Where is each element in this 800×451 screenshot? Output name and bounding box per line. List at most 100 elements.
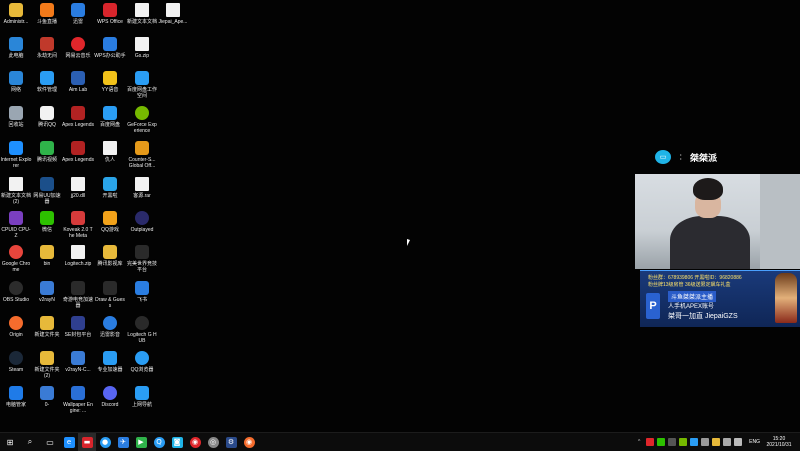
desktop-icon[interactable]: Jiepai_Ape...	[158, 3, 188, 37]
taskbar-internet-explorer[interactable]: e	[60, 433, 78, 451]
desktop-icon[interactable]: bin	[32, 245, 62, 279]
desktop-icon[interactable]: 回收站	[1, 106, 31, 140]
desktop-icon[interactable]: 仇人	[95, 141, 125, 175]
channel-logo-icon: P	[646, 293, 660, 319]
taskbar-clock[interactable]: 15:20 2021/10/31	[764, 436, 794, 448]
taskbar-douyu-stream[interactable]: ▬	[78, 433, 96, 451]
taskbar-qq-browser[interactable]: Q	[150, 433, 168, 451]
desktop-icon[interactable]: 新建文件夹	[32, 316, 62, 350]
input-language[interactable]: ENG	[749, 439, 760, 445]
apex-icon	[71, 106, 85, 120]
desktop-icon[interactable]: 完美世界竞技平台	[127, 245, 157, 279]
desktop-icon[interactable]: GeForce Experience	[127, 106, 157, 140]
desktop-icon[interactable]: 上网导航	[127, 386, 157, 420]
desktop-icon[interactable]: Logitech.zip	[63, 245, 93, 279]
desktop-icon[interactable]: 此电脑	[1, 37, 31, 71]
tray-logitech-icon[interactable]	[668, 438, 677, 446]
taskbar-thunder-player[interactable]: ●	[96, 433, 114, 451]
desktop-icon[interactable]: Draw & Guess	[95, 281, 125, 315]
desktop-icon[interactable]: 新建文本文档	[127, 3, 157, 37]
taskbar-obs[interactable]: ◎	[204, 433, 222, 451]
text-file-icon	[103, 141, 117, 155]
taskbar-netease-music[interactable]: ◉	[186, 433, 204, 451]
desktop-icon-label: SE封包平台	[64, 332, 92, 338]
desktop-icon[interactable]: 专业加速器	[95, 351, 125, 385]
desktop-icon[interactable]: Koveak 2.0 The Meta	[63, 211, 93, 245]
desktop-icon[interactable]: Steam	[1, 351, 31, 385]
desktop-icon[interactable]: 网易云音乐	[63, 37, 93, 71]
desktop-icon[interactable]: 斗鱼直播	[32, 3, 62, 37]
desktop-icon[interactable]: 百度网盘	[95, 106, 125, 140]
desktop-icon[interactable]: Administr...	[1, 3, 31, 37]
desktop-icon[interactable]: 电脑管家	[1, 386, 31, 420]
desktop-icon-label: Wallpaper Engine: ...	[63, 402, 93, 414]
tray-folder-icon[interactable]	[712, 438, 721, 446]
tray-qq-icon[interactable]	[690, 438, 699, 446]
desktop-icon[interactable]: CPUID CPU-Z	[1, 211, 31, 245]
desktop-icon[interactable]: OBS Studio	[1, 281, 31, 315]
csgo-icon	[135, 141, 149, 155]
desktop-icon[interactable]: Apex Legends	[62, 106, 94, 140]
desktop-icon[interactable]: 软件管理	[32, 71, 62, 105]
tray-nvidia-icon[interactable]	[679, 438, 688, 446]
desktop-icon[interactable]: 永劫无间	[32, 37, 62, 71]
desktop-icon[interactable]: v2rayN	[32, 281, 62, 315]
desktop-icon[interactable]: Logitech G HUB	[127, 316, 157, 350]
desktop-icon[interactable]: 网易UU加速器	[32, 177, 62, 211]
desktop-icon[interactable]: Discord	[95, 386, 125, 420]
desktop-icon-label: 网易云音乐	[65, 53, 91, 59]
desktop-icon-label: Koveak 2.0 The Meta	[63, 227, 93, 239]
desktop-icon[interactable]: Gs.zip	[127, 37, 157, 71]
desktop-icon-label: 此电脑	[8, 53, 24, 59]
desktop-icon[interactable]: 新建文本文档 (2)	[1, 177, 31, 211]
taskbar-thunder[interactable]: ✈	[114, 433, 132, 451]
tray-netease-icon[interactable]	[646, 438, 655, 446]
desktop-icon[interactable]: 百度网盘工作空间	[127, 71, 157, 105]
desktop-icon[interactable]: Counter-S... Global Off...	[127, 141, 157, 175]
desktop-icon[interactable]: 奇游电竞加速器	[63, 281, 93, 315]
taskbar-kaiheila[interactable]: ◙	[168, 433, 186, 451]
webcam-wall	[760, 174, 800, 269]
desktop-icon[interactable]: 腾讯QQ	[32, 106, 62, 140]
desktop-icon[interactable]: 微信	[32, 211, 62, 245]
desktop-icon[interactable]: 腾讯视频	[32, 141, 62, 175]
search-icon[interactable]: ⌕	[20, 433, 40, 451]
desktop-icon[interactable]: Wallpaper Engine: ...	[63, 386, 93, 420]
tray-wechat-icon[interactable]	[657, 438, 666, 446]
desktop-icon[interactable]: Origin	[1, 316, 31, 350]
start-button[interactable]: ⊞	[0, 433, 20, 451]
desktop-icon[interactable]: YY语音	[95, 71, 125, 105]
desktop-icon[interactable]: 迅雷影音	[95, 316, 125, 350]
tray-app-icon[interactable]	[701, 438, 710, 446]
tray-volume-icon[interactable]	[734, 438, 743, 446]
desktop-icon-label: 上网导航	[131, 402, 152, 408]
tray-expand-icon[interactable]: ^	[635, 438, 643, 446]
desktop-icon[interactable]: Aim Lab	[63, 71, 93, 105]
desktop-icon[interactable]: 客源.rar	[127, 177, 157, 211]
desktop-icon[interactable]: Google Chrome	[1, 245, 31, 279]
taskbar-tencent-video[interactable]: ▶	[132, 433, 150, 451]
desktop-icon[interactable]: 开黑啦	[95, 177, 125, 211]
desktop-icon[interactable]: Outplayed	[127, 211, 157, 245]
desktop-icon[interactable]: WPS Office	[95, 3, 125, 37]
task-view-icon[interactable]: ▭	[40, 433, 60, 451]
desktop-icon[interactable]: v2rayN-C...	[63, 351, 93, 385]
desktop-icon[interactable]: QQ游戏	[95, 211, 125, 245]
desktop-icon-label: CPUID CPU-Z	[1, 227, 31, 239]
desktop-icon-label: Jiepai_Ape...	[158, 19, 188, 25]
taskbar-origin[interactable]: ◉	[240, 433, 258, 451]
taskbar-steam[interactable]: ⚙	[222, 433, 240, 451]
desktop-icon[interactable]: 新建文件夹 (2)	[32, 351, 62, 385]
desktop-icon[interactable]: 迅雷	[63, 3, 93, 37]
desktop-icon[interactable]: 网络	[1, 71, 31, 105]
desktop-icon[interactable]: 0-	[32, 386, 62, 420]
desktop-icon[interactable]: Apex Legends	[62, 141, 94, 175]
desktop-icon[interactable]: 飞书	[127, 281, 157, 315]
tray-network-icon[interactable]	[723, 438, 732, 446]
desktop-icon[interactable]: Internet Explorer	[1, 141, 31, 175]
desktop-icon[interactable]: WPS办公助手	[94, 37, 126, 71]
desktop-icon[interactable]: 腾讯影视库	[95, 245, 125, 279]
desktop-icon[interactable]: SE封包平台	[63, 316, 93, 350]
desktop-icon[interactable]: QQ浏览器	[127, 351, 157, 385]
desktop-icon[interactable]: jj20.dll	[63, 177, 93, 211]
